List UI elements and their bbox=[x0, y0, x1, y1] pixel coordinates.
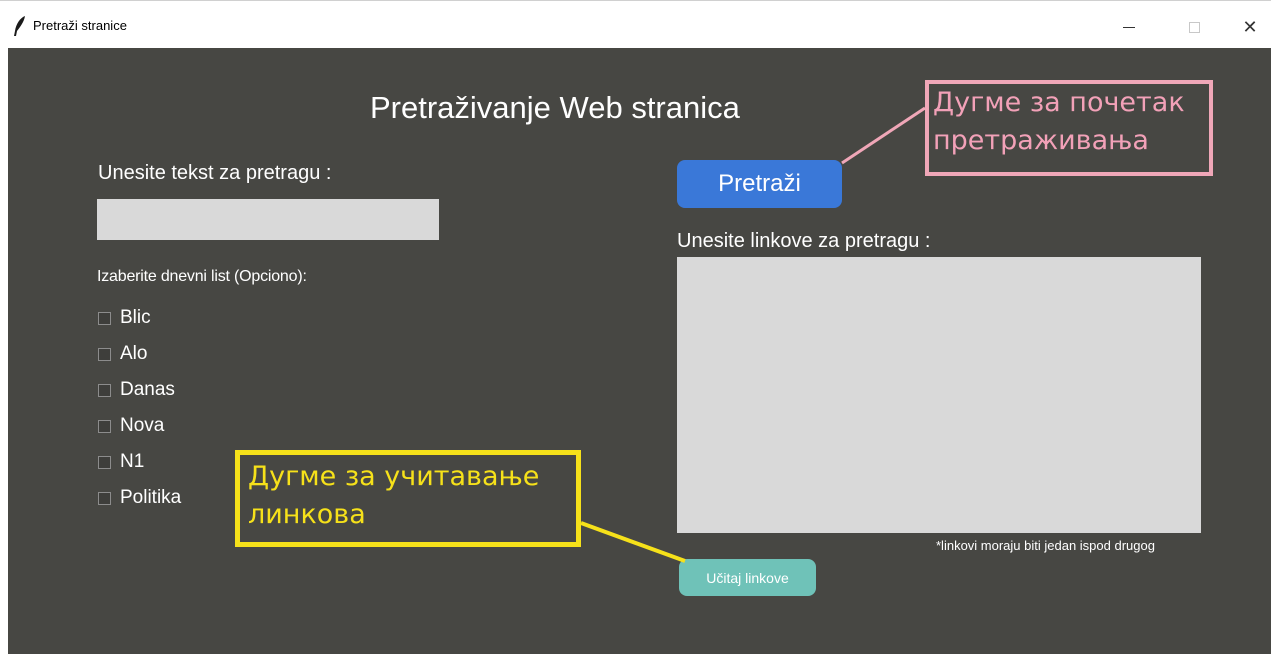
feather-icon bbox=[14, 16, 25, 36]
maximize-icon[interactable] bbox=[1180, 15, 1208, 39]
close-icon[interactable]: ✕ bbox=[1236, 15, 1264, 39]
annotation-line: линкова bbox=[248, 499, 366, 530]
search-button-annotation: Дугме за почетак претраживања bbox=[925, 80, 1213, 176]
minimize-icon[interactable] bbox=[1115, 15, 1143, 39]
annotation-line: Дугме за учитавање bbox=[248, 461, 540, 492]
annotation-line: Дугме за почетак bbox=[933, 87, 1185, 118]
window-title: Pretraži stranice bbox=[33, 18, 127, 33]
app-window-body: Pretraživanje Web stranica Unesite tekst… bbox=[8, 48, 1271, 654]
title-bar: Pretraži stranice ✕ bbox=[0, 0, 1271, 48]
yellow-connector-line bbox=[580, 521, 686, 563]
annotation-line: претраживања bbox=[933, 125, 1149, 156]
pink-connector-line bbox=[841, 106, 926, 165]
load-button-annotation: Дугме за учитавање линкова bbox=[235, 450, 581, 547]
